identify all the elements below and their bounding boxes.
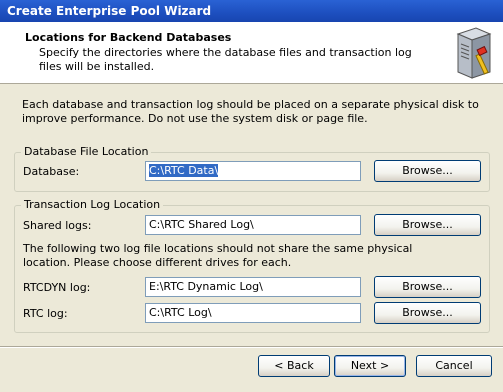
database-file-group: Database File Location Database: C:\RTC … <box>14 145 490 192</box>
database-path-value: C:\RTC Data\ <box>149 164 219 177</box>
footer-divider <box>0 346 503 348</box>
log-group-legend: Transaction Log Location <box>21 198 164 212</box>
page-subtitle: Specify the directories where the databa… <box>39 46 412 73</box>
rtcdyn-log-label: RTCDYN log: <box>23 281 91 294</box>
window-title: Create Enterprise Pool Wizard <box>0 0 503 22</box>
rtcdyn-browse-button[interactable]: Browse... <box>374 276 481 298</box>
shared-logs-browse-button[interactable]: Browse... <box>374 214 481 236</box>
database-label: Database: <box>23 165 80 178</box>
database-group-legend: Database File Location <box>21 145 152 159</box>
back-button[interactable]: < Back <box>258 355 330 377</box>
next-button[interactable]: Next > <box>334 355 406 377</box>
rtcdyn-log-input[interactable]: E:\RTC Dynamic Log\ <box>145 277 361 297</box>
server-icon <box>456 27 492 79</box>
log-note: The following two log file locations sho… <box>23 242 413 269</box>
transaction-log-group: Transaction Log Location Shared logs: C:… <box>14 198 490 333</box>
page-title: Locations for Backend Databases <box>25 31 232 44</box>
rtc-log-input[interactable]: C:\RTC Log\ <box>145 303 361 323</box>
intro-text: Each database and transaction log should… <box>22 98 479 125</box>
database-browse-button[interactable]: Browse... <box>374 160 481 182</box>
rtc-browse-button[interactable]: Browse... <box>374 302 481 324</box>
database-path-input[interactable]: C:\RTC Data\ <box>145 161 361 181</box>
rtc-log-label: RTC log: <box>23 307 68 320</box>
shared-logs-label: Shared logs: <box>23 219 92 232</box>
cancel-button[interactable]: Cancel <box>416 355 492 377</box>
shared-logs-input[interactable]: C:\RTC Shared Log\ <box>145 215 361 235</box>
wizard-header: Locations for Backend Databases Specify … <box>0 22 503 84</box>
